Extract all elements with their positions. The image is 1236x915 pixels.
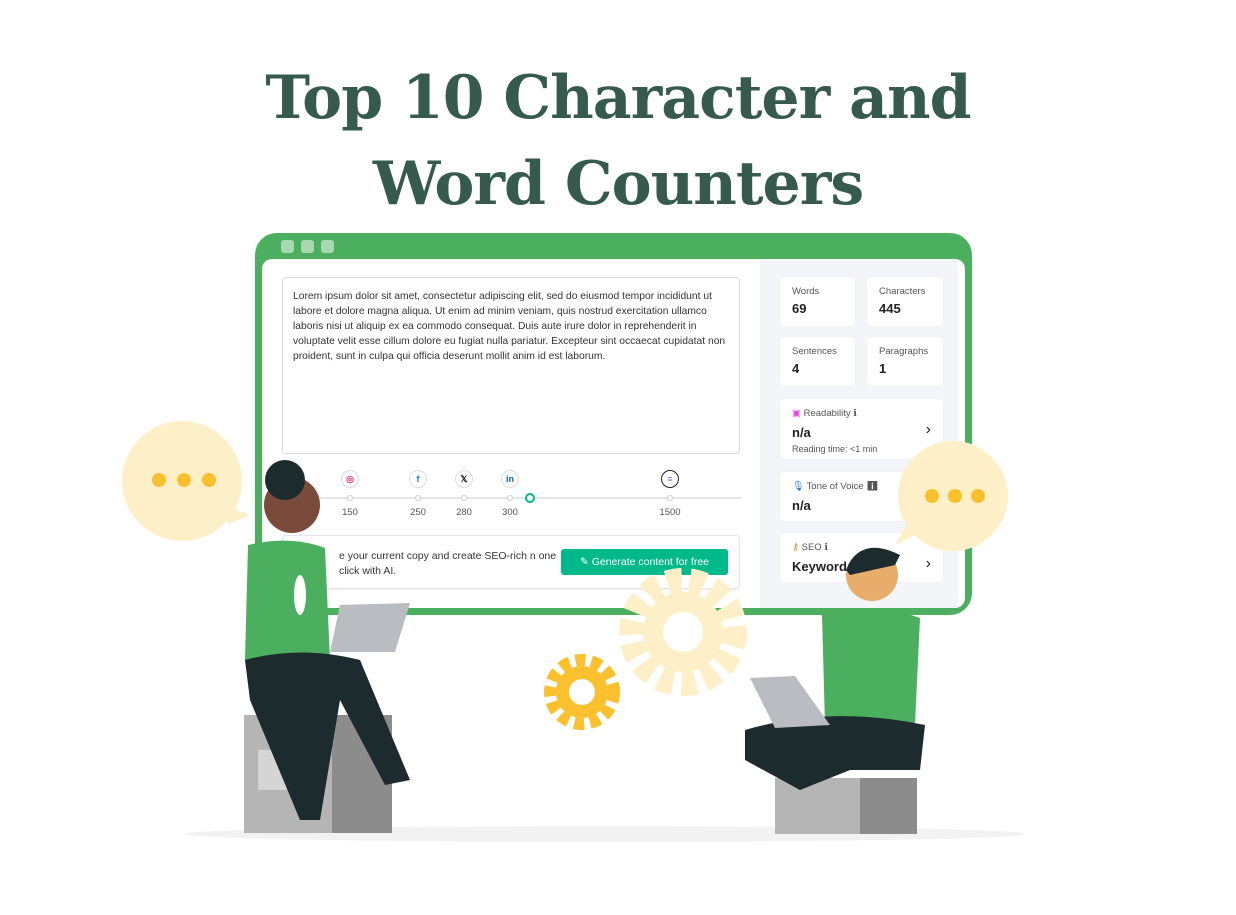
speech-bubble-right <box>895 441 1008 551</box>
gear-icon <box>619 568 747 696</box>
illustration <box>122 421 1025 842</box>
person-left <box>244 460 410 833</box>
gear-icon <box>544 654 620 730</box>
person-right <box>745 547 925 834</box>
speech-bubble-left <box>122 421 250 541</box>
